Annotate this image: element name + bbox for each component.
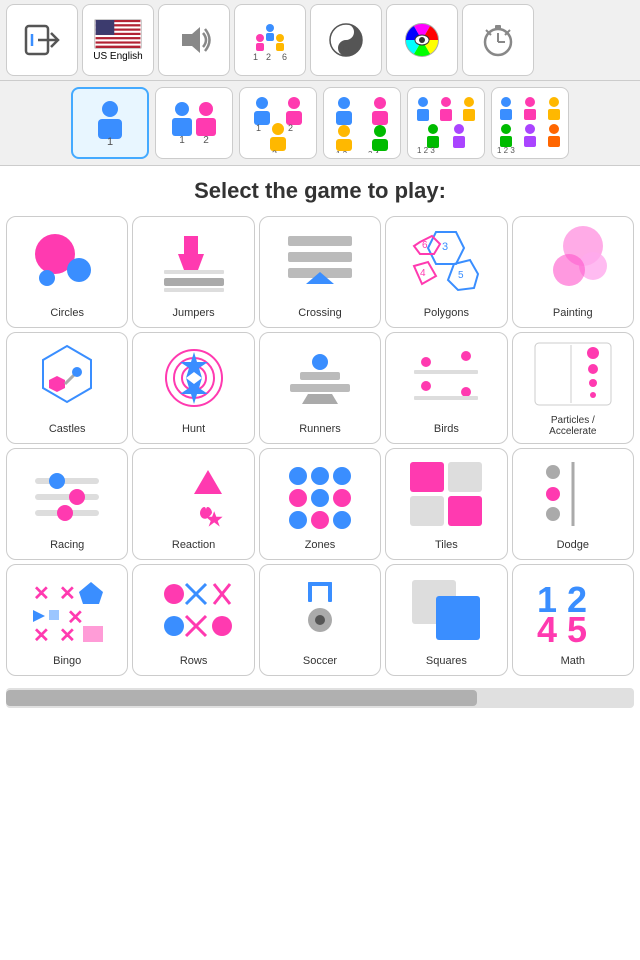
svg-text:1: 1 xyxy=(107,136,113,148)
game-racing[interactable]: Racing xyxy=(6,448,128,560)
game-crossing[interactable]: Crossing xyxy=(259,216,381,328)
svg-text:2: 2 xyxy=(288,123,293,133)
svg-text:1: 1 xyxy=(253,52,258,60)
game-math[interactable]: 1 2 4 5 Math xyxy=(512,564,634,676)
scroll-thumb[interactable] xyxy=(6,690,477,706)
sound-button[interactable] xyxy=(158,4,230,76)
svg-text:✕: ✕ xyxy=(33,583,50,605)
locale-button[interactable]: US English xyxy=(82,4,154,76)
svg-text:✕: ✕ xyxy=(59,583,76,605)
svg-text:1 2 3: 1 2 3 xyxy=(417,146,435,153)
exit-button[interactable] xyxy=(6,4,78,76)
svg-text:✕: ✕ xyxy=(59,625,76,646)
player-2-button[interactable]: 1 2 xyxy=(155,87,233,159)
game-castles[interactable]: Castles xyxy=(6,332,128,444)
svg-text:6: 6 xyxy=(422,240,428,251)
game-dodge[interactable]: Dodge xyxy=(512,448,634,560)
svg-text:3: 3 xyxy=(442,241,448,253)
svg-text:4 5: 4 5 xyxy=(537,609,587,646)
top-bar: US English 1 2 6 xyxy=(0,0,640,81)
svg-text:3: 3 xyxy=(272,149,277,153)
svg-text:1: 1 xyxy=(256,123,261,133)
game-hunt[interactable]: Hunt xyxy=(132,332,254,444)
game-jumpers[interactable]: Jumpers xyxy=(132,216,254,328)
svg-text:1: 1 xyxy=(179,135,185,146)
game-birds[interactable]: Birds xyxy=(385,332,507,444)
yin-yang-button[interactable] xyxy=(310,4,382,76)
svg-text:1 2 3: 1 2 3 xyxy=(497,146,515,153)
game-bingo[interactable]: ✕ ✕ ✕ ✕ ✕ Bingo xyxy=(6,564,128,676)
game-polygons[interactable]: 3 4 5 6 Polygons xyxy=(385,216,507,328)
game-painting[interactable]: Painting xyxy=(512,216,634,328)
player-5-button[interactable]: 1 2 3 xyxy=(407,87,485,159)
svg-text:4: 4 xyxy=(420,268,426,279)
players-count-button[interactable]: 1 2 6 xyxy=(234,4,306,76)
game-reaction[interactable]: Reaction xyxy=(132,448,254,560)
player-1-button[interactable]: 1 xyxy=(71,87,149,159)
svg-text:5: 5 xyxy=(458,270,464,281)
eye-color-button[interactable] xyxy=(386,4,458,76)
svg-text:2: 2 xyxy=(203,135,209,146)
alarm-button[interactable] xyxy=(462,4,534,76)
game-zones[interactable]: Zones xyxy=(259,448,381,560)
svg-text:3 4: 3 4 xyxy=(368,150,380,153)
game-particles[interactable]: Particles /Accelerate xyxy=(512,332,634,444)
player-4-button[interactable]: 1 2 3 4 xyxy=(323,87,401,159)
page-title: Select the game to play: xyxy=(0,166,640,212)
svg-text:6: 6 xyxy=(282,52,287,60)
svg-text:✕: ✕ xyxy=(33,625,50,646)
game-tiles[interactable]: Tiles xyxy=(385,448,507,560)
game-grid: Circles Jumpers Crossing xyxy=(0,212,640,680)
game-circles[interactable]: Circles xyxy=(6,216,128,328)
player-bar: 1 1 2 1 2 3 xyxy=(0,81,640,166)
scroll-bar[interactable] xyxy=(6,688,634,708)
svg-text:2: 2 xyxy=(266,52,271,60)
svg-text:1 2: 1 2 xyxy=(336,150,348,153)
game-rows[interactable]: Rows xyxy=(132,564,254,676)
game-soccer[interactable]: Soccer xyxy=(259,564,381,676)
player-6-button[interactable]: 1 2 3 4 5 6 xyxy=(491,87,569,159)
game-runners[interactable]: Runners xyxy=(259,332,381,444)
game-squares[interactable]: Squares xyxy=(385,564,507,676)
player-3-button[interactable]: 1 2 3 xyxy=(239,87,317,159)
locale-label: US English xyxy=(93,51,142,62)
